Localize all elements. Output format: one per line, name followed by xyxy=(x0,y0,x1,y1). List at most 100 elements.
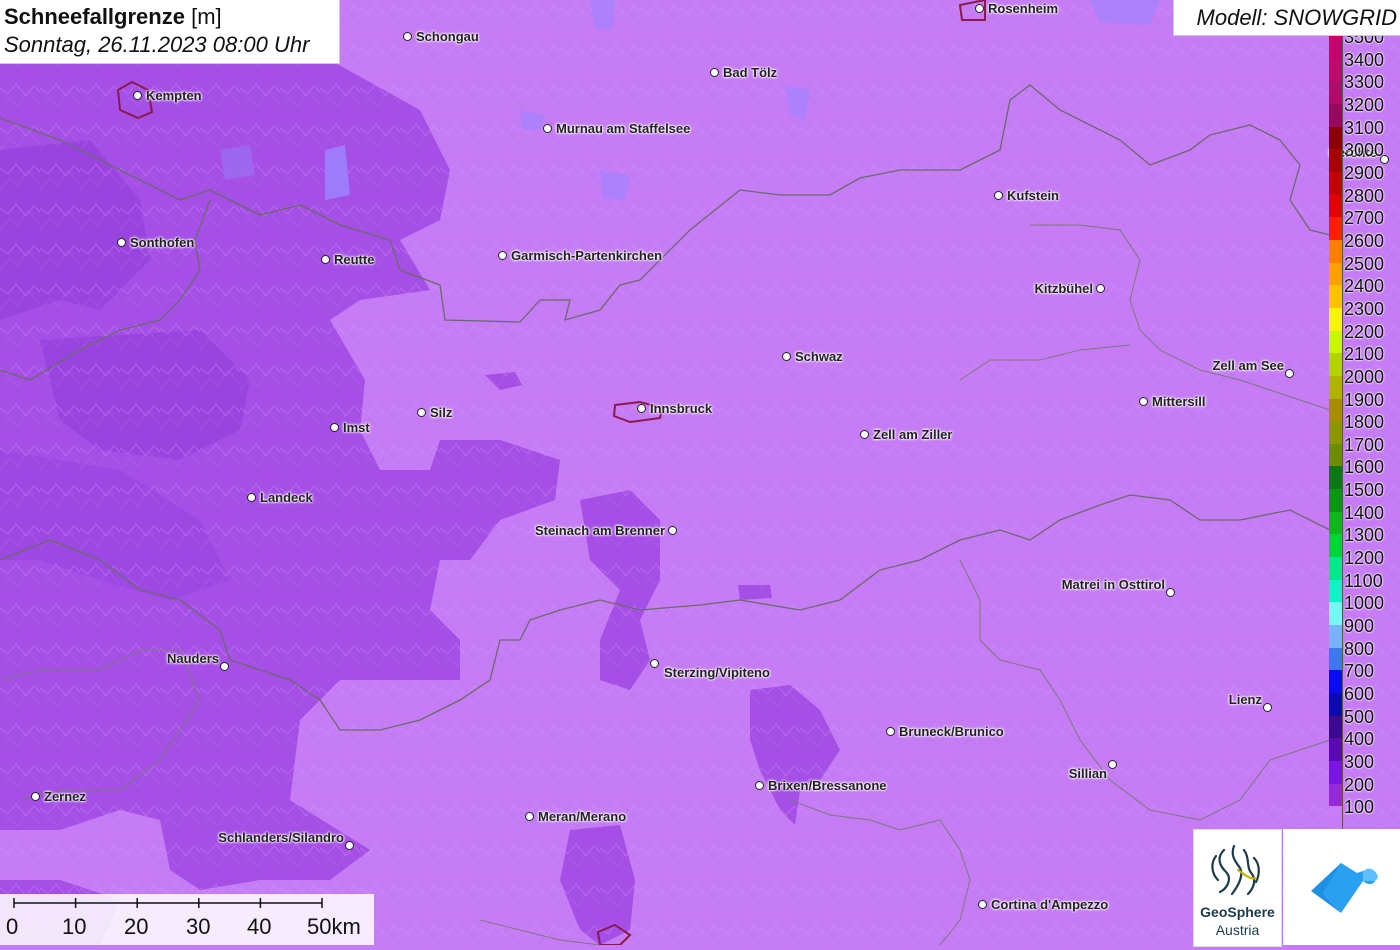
legend-label: 900 xyxy=(1344,616,1375,637)
legend-label: 2800 xyxy=(1344,185,1385,206)
cortina-marker xyxy=(978,900,987,909)
cortina-label: Cortina d'Ampezzo xyxy=(991,897,1109,912)
bruneck-marker xyxy=(886,727,895,736)
legend-row-200: 200 xyxy=(1329,772,1400,807)
legend-label: 2600 xyxy=(1344,230,1385,251)
title-unit: [m] xyxy=(191,4,222,29)
legend-row-3200: 3200 xyxy=(1329,92,1400,127)
legend-label: 2700 xyxy=(1344,208,1385,229)
legend-row-1200: 1200 xyxy=(1329,545,1400,581)
legend-row-500: 500 xyxy=(1329,704,1400,739)
silz-label: Silz xyxy=(430,405,453,420)
legend-row-1900: 1900 xyxy=(1329,387,1400,422)
legend-label: 1500 xyxy=(1344,480,1385,501)
legend-row-1700: 1700 xyxy=(1329,432,1400,467)
scale-label-20: 20 xyxy=(124,914,149,939)
zernez-marker xyxy=(31,792,40,801)
meran-marker xyxy=(525,812,534,821)
legend-row-2200: 2200 xyxy=(1329,319,1400,354)
legend-label: 2100 xyxy=(1344,344,1385,365)
legend-row-100: 100 xyxy=(1329,794,1400,829)
legend-label: 800 xyxy=(1344,638,1375,659)
steinach-marker xyxy=(668,526,677,535)
legend-row-2100: 2100 xyxy=(1329,341,1400,377)
scale-label-10: 10 xyxy=(62,914,87,939)
legend-row-2900: 2900 xyxy=(1329,160,1400,195)
brand-logo[interactable] xyxy=(1283,829,1400,945)
legend-row-600: 600 xyxy=(1329,681,1400,717)
legend-label: 2900 xyxy=(1344,162,1385,183)
legend-row-2700: 2700 xyxy=(1329,205,1400,241)
kufstein-marker xyxy=(994,191,1003,200)
sonthofen-label: Sonthofen xyxy=(130,235,195,250)
scale-label-50km: 50km xyxy=(307,914,361,939)
legend-label: 3100 xyxy=(1344,117,1385,138)
color-legend: 3500 3400 3300 3200 3100 3000 2900 2800 2700 2600… xyxy=(1329,36,1400,829)
scale-label-0: 0 xyxy=(6,914,19,939)
legend-row-2500: 2500 xyxy=(1329,251,1400,286)
legend-row-900: 900 xyxy=(1329,613,1400,649)
reutte-marker xyxy=(321,255,330,264)
legend-row-2800: 2800 xyxy=(1329,183,1400,218)
schongau-label: Schongau xyxy=(416,29,479,44)
geosphere-country: Austria xyxy=(1215,922,1260,938)
legend-label: 2000 xyxy=(1344,366,1385,387)
legend-label: 1400 xyxy=(1344,502,1385,523)
geosphere-emblem-icon xyxy=(1211,844,1260,896)
legend-label: 500 xyxy=(1344,706,1375,727)
brixen-marker xyxy=(755,781,764,790)
sonthofen-marker xyxy=(117,238,126,247)
meran-label: Meran/Merano xyxy=(538,809,627,824)
legend-label: 1600 xyxy=(1344,457,1385,478)
legend-row-2000: 2000 xyxy=(1329,364,1400,399)
legend-row-1400: 1400 xyxy=(1329,500,1400,535)
kitzbuehel-marker xyxy=(1096,284,1105,293)
model-box: Modell: SNOWGRID xyxy=(1173,0,1400,36)
legend-row-1000: 1000 xyxy=(1329,590,1400,626)
model-label: Modell: SNOWGRID xyxy=(1196,5,1397,30)
legend-row-1500: 1500 xyxy=(1329,477,1400,513)
legend-row-3100: 3100 xyxy=(1329,115,1400,150)
cloud-arrow-icon xyxy=(1311,863,1378,913)
mittersill-label: Mittersill xyxy=(1152,394,1206,409)
zell-am-see-marker xyxy=(1285,369,1294,378)
map-title: Schneefallgrenze [m] xyxy=(4,4,222,30)
legend-label: 700 xyxy=(1344,661,1375,682)
legend-label: 100 xyxy=(1344,797,1375,818)
legend-label: 1700 xyxy=(1344,434,1385,455)
schlanders-marker xyxy=(345,841,354,850)
murnau-label: Murnau am Staffelsee xyxy=(556,121,691,136)
scale-label-40: 40 xyxy=(247,914,272,939)
zernez-label: Zernez xyxy=(44,789,86,804)
kempten-marker xyxy=(133,91,142,100)
sterzing-label: Sterzing/Vipiteno xyxy=(664,665,770,680)
garmisch-label: Garmisch-Partenkirchen xyxy=(511,248,663,263)
title-main: Schneefallgrenze xyxy=(4,4,185,29)
legend-row-400: 400 xyxy=(1329,726,1400,762)
innsbruck-label: Innsbruck xyxy=(650,401,713,416)
kempten-label: Kempten xyxy=(146,88,202,103)
legend-label: 400 xyxy=(1344,729,1375,750)
legend-label: 1200 xyxy=(1344,548,1385,569)
legend-row-1100: 1100 xyxy=(1329,568,1400,603)
landeck-marker xyxy=(247,493,256,502)
zell-am-ziller-marker xyxy=(860,430,869,439)
rosenheim-marker xyxy=(975,4,984,13)
murnau-marker xyxy=(543,124,552,133)
legend-label: 1100 xyxy=(1344,570,1383,591)
mittersill-marker xyxy=(1139,397,1148,406)
silz-marker xyxy=(417,408,426,417)
geosphere-logo[interactable]: GeoSphere Austria xyxy=(1193,829,1282,947)
lienz-label: Lienz xyxy=(1228,692,1262,707)
legend-row-2300: 2300 xyxy=(1329,296,1400,331)
legend-row-3400: 3400 xyxy=(1329,47,1400,82)
legend-row-3300: 3300 xyxy=(1329,69,1400,105)
scale-bar: 0 10 20 30 40 50km xyxy=(0,894,374,945)
kufstein-label: Kufstein xyxy=(1007,188,1059,203)
zell-am-see-label: Zell am See xyxy=(1212,358,1284,373)
legend-label: 1000 xyxy=(1344,593,1385,614)
legend-label: 3400 xyxy=(1344,49,1385,70)
legend-label: 3300 xyxy=(1344,72,1385,93)
legend-label: 2200 xyxy=(1344,321,1385,342)
imst-marker xyxy=(330,423,339,432)
